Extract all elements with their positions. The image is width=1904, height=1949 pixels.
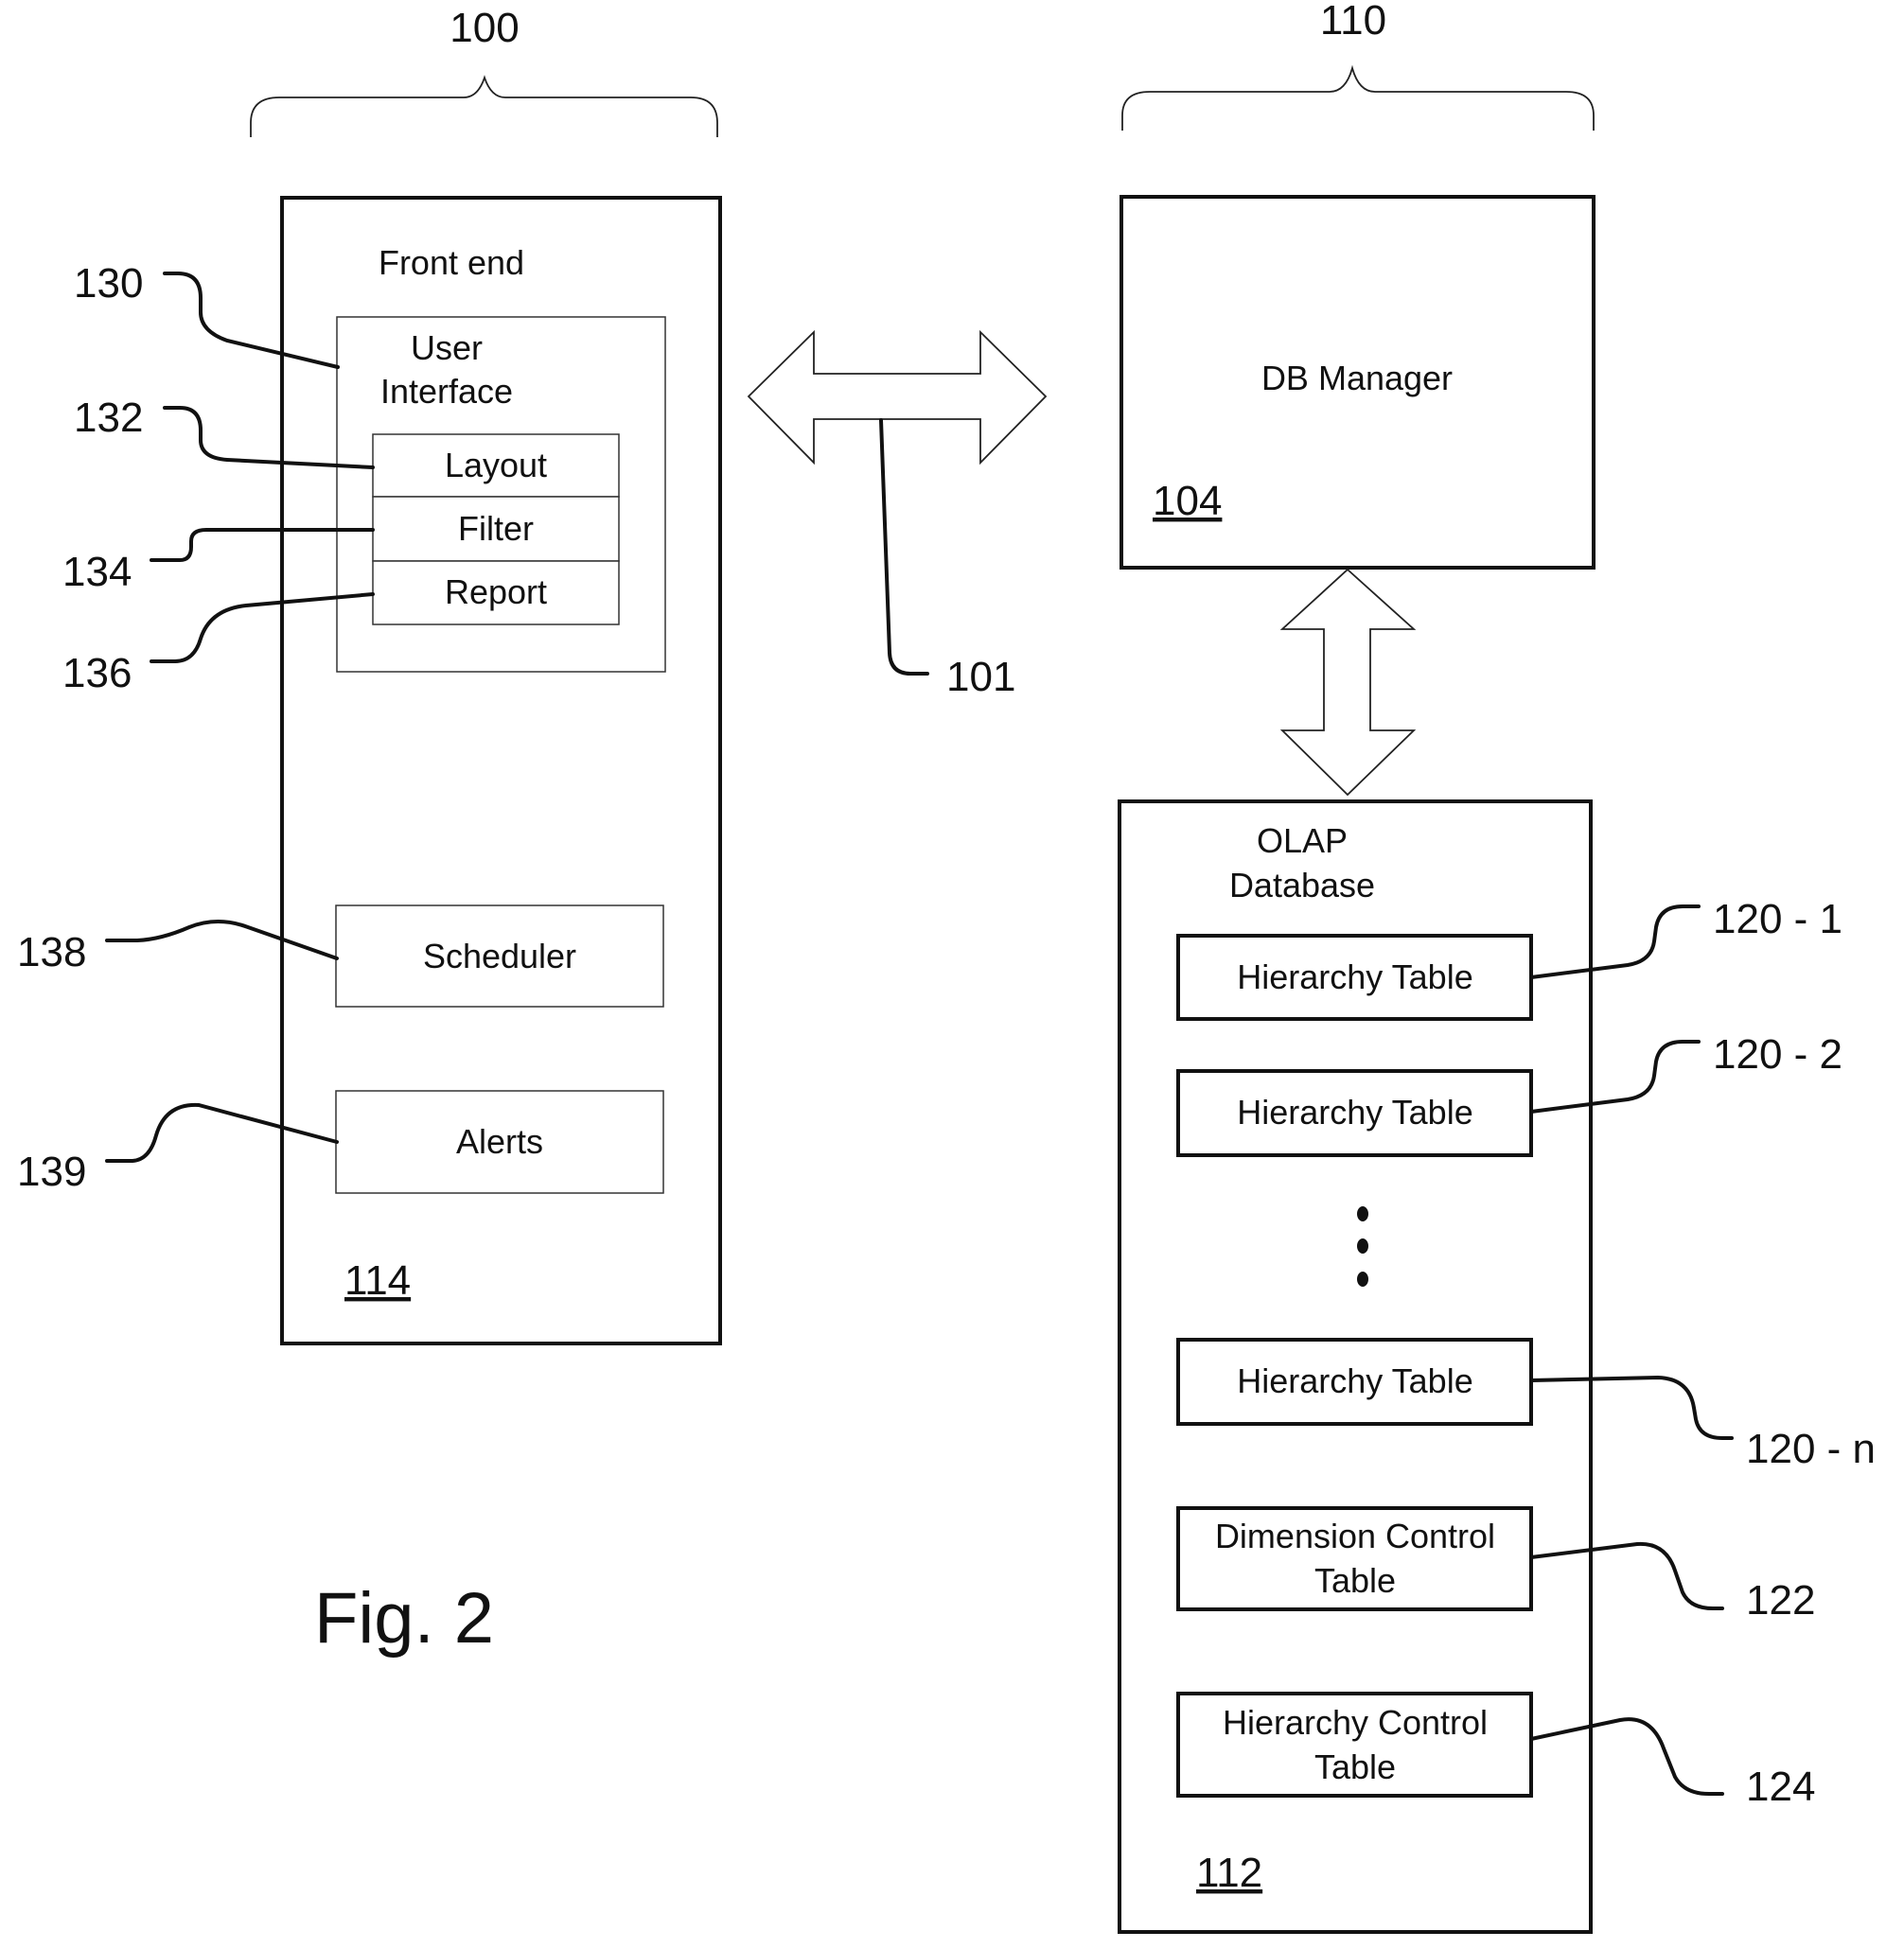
ref-114: 114 — [344, 1257, 411, 1304]
leader-101 — [879, 418, 929, 676]
ref-134: 134 — [62, 549, 132, 595]
alerts-label: Alerts — [456, 1122, 543, 1161]
olap-title-line1: OLAP — [1257, 821, 1348, 860]
ref-120-2: 120 - 2 — [1713, 1031, 1842, 1078]
hierarchy-control-line2: Table — [1314, 1747, 1396, 1786]
ref-136: 136 — [62, 650, 132, 696]
hierarchy-table-n-label: Hierarchy Table — [1237, 1361, 1472, 1400]
ref-122: 122 — [1746, 1577, 1815, 1624]
ref-139: 139 — [17, 1149, 86, 1195]
ref-100: 100 — [450, 5, 519, 51]
ref-132: 132 — [74, 395, 143, 441]
ref-120-1: 120 - 1 — [1713, 896, 1842, 942]
dimension-control-line2: Table — [1314, 1561, 1396, 1600]
user-interface-title-line2: Interface — [380, 372, 513, 411]
ref-130: 130 — [74, 260, 143, 307]
ref-110: 110 — [1320, 0, 1386, 44]
ref-112: 112 — [1196, 1850, 1262, 1896]
scheduler-label: Scheduler — [423, 937, 576, 975]
double-arrow-horizontal — [747, 329, 1048, 465]
user-interface-title-line1: User — [411, 328, 483, 367]
hierarchy-table-2-label: Hierarchy Table — [1237, 1093, 1472, 1132]
ref-124: 124 — [1746, 1764, 1815, 1810]
report-label: Report — [445, 572, 547, 611]
layout-label: Layout — [445, 446, 547, 484]
brace-100 — [250, 75, 718, 137]
ellipsis-dots — [1357, 1206, 1368, 1287]
hierarchy-control-line1: Hierarchy Control — [1223, 1703, 1488, 1742]
patent-diagram: 100 110 Front end User Interface Layout … — [17, 0, 1876, 1934]
olap-title-line2: Database — [1229, 866, 1375, 904]
ref-138: 138 — [17, 929, 86, 975]
double-arrow-vertical — [1279, 568, 1417, 797]
ref-120-n: 120 - n — [1746, 1426, 1876, 1472]
dimension-control-line1: Dimension Control — [1215, 1517, 1495, 1555]
ref-101: 101 — [946, 654, 1015, 700]
filter-label: Filter — [458, 509, 534, 548]
hierarchy-table-1-label: Hierarchy Table — [1237, 957, 1472, 996]
db-manager-title: DB Manager — [1261, 359, 1453, 397]
figure-caption: Fig. 2 — [314, 1578, 494, 1659]
front-end-title: Front end — [379, 243, 524, 282]
brace-110 — [1121, 64, 1595, 131]
ref-104: 104 — [1153, 478, 1222, 524]
